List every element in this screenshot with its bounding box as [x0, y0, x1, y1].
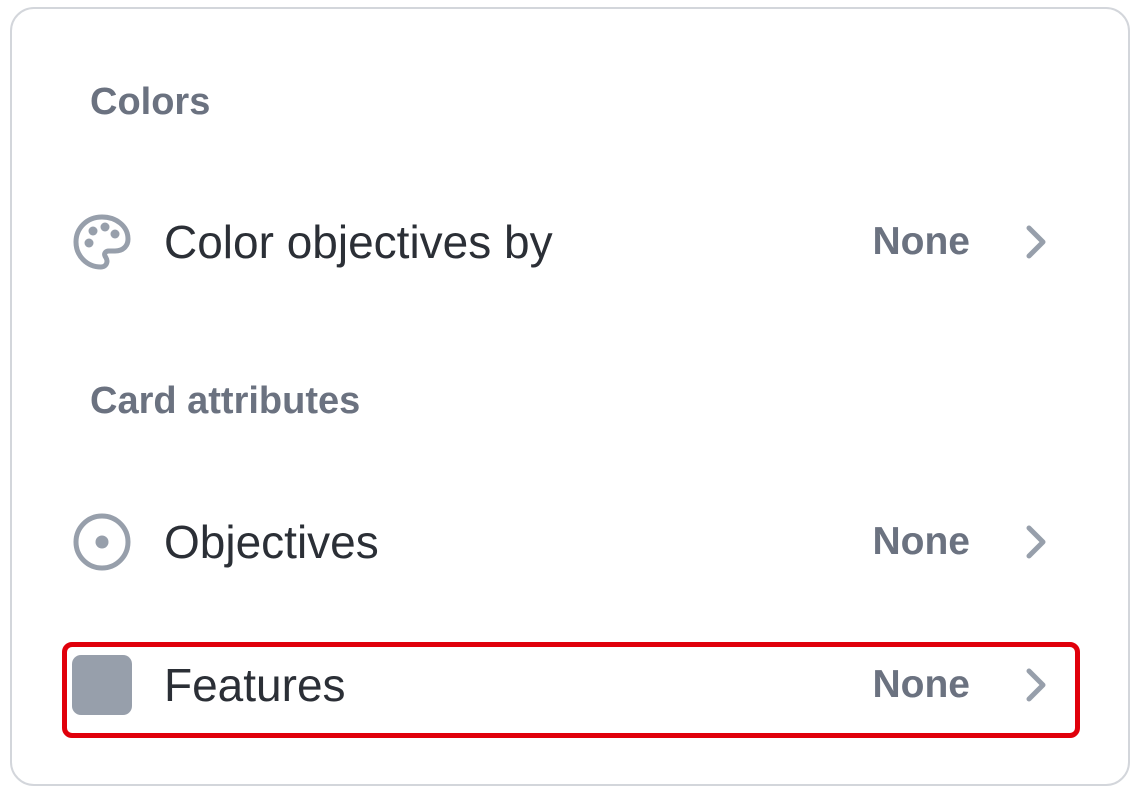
features-value: None [872, 663, 971, 706]
objectives-label: Objectives [164, 516, 379, 568]
palette-icon [72, 212, 132, 272]
target-circle-icon [72, 512, 132, 572]
objectives-value: None [872, 520, 971, 563]
color-objectives-by-row[interactable]: Color objectives by None [62, 199, 1080, 285]
color-objectives-by-value: None [872, 220, 971, 263]
settings-panel: Colors Color objectives by None Card att… [10, 7, 1130, 786]
objectives-row[interactable]: Objectives None [62, 499, 1080, 585]
section-header-colors: Colors [90, 81, 211, 123]
features-row[interactable]: Features None [62, 642, 1080, 738]
square-swatch-icon [72, 655, 132, 715]
color-objectives-by-label: Color objectives by [164, 216, 553, 268]
features-label: Features [164, 659, 346, 711]
chevron-right-icon [1016, 665, 1056, 705]
chevron-right-icon [1016, 222, 1056, 262]
section-header-card-attributes: Card attributes [90, 380, 361, 422]
chevron-right-icon [1016, 522, 1056, 562]
